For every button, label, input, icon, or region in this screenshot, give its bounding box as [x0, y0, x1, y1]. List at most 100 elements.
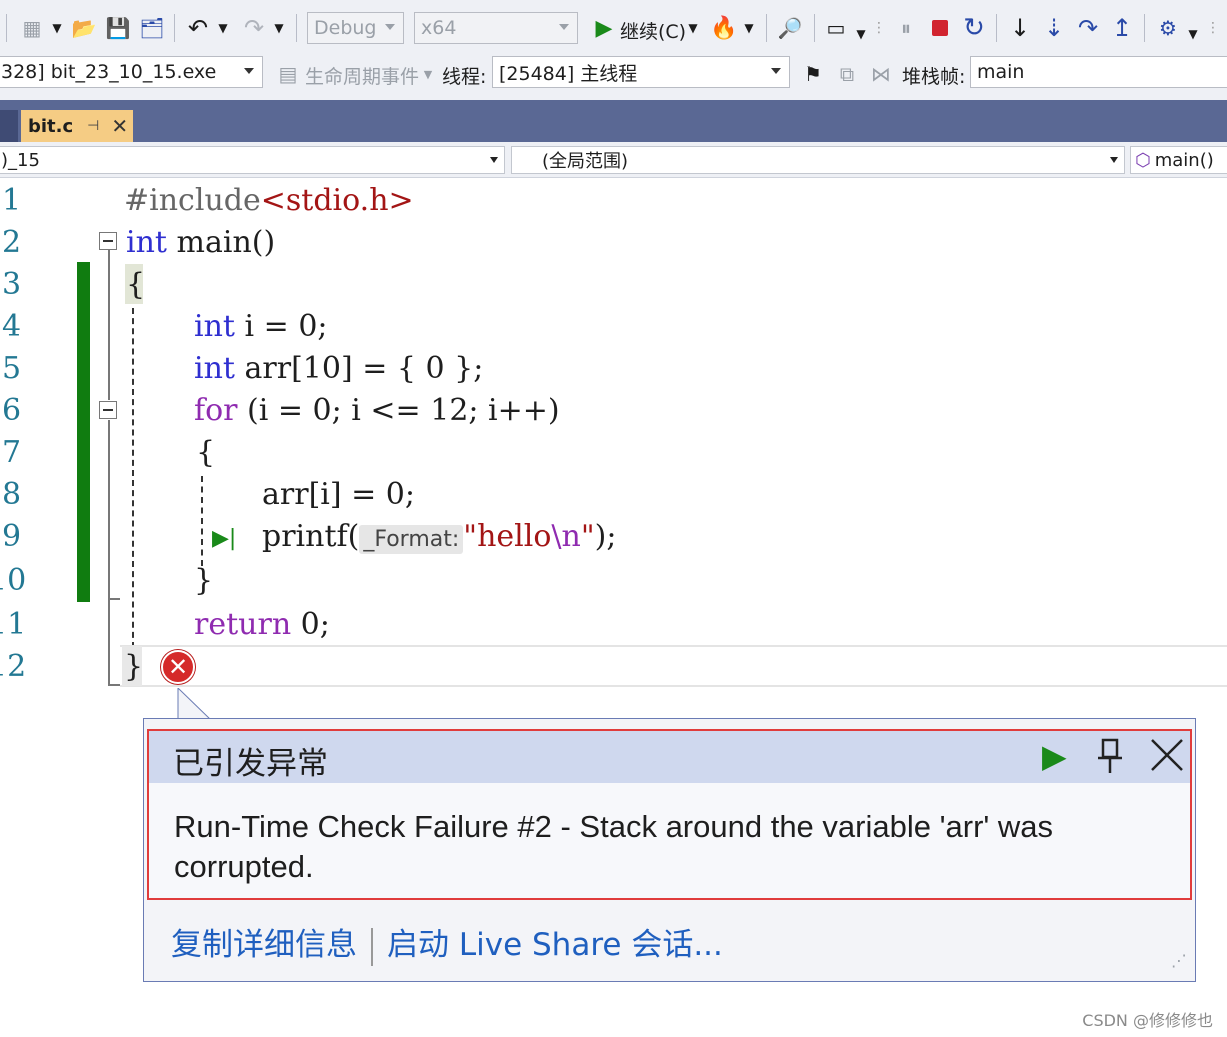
member-dropdown[interactable]: ⬡ main()	[1130, 146, 1227, 174]
line-number: 8	[2, 477, 22, 512]
pause-icon[interactable]: ⏸	[892, 14, 920, 42]
close-icon[interactable]	[1149, 737, 1185, 773]
line-number: 6	[2, 393, 22, 428]
flag-thread-icon[interactable]: ⚑	[800, 60, 826, 88]
line-number: 11	[0, 607, 27, 642]
show-next-statement-icon[interactable]: ↓	[1006, 14, 1034, 42]
lifecycle-events-icon[interactable]: ▤	[276, 62, 300, 86]
exception-helper: 已引发异常 ▶ Run-Time Check Failure #2 - Stac…	[143, 718, 1196, 982]
toolbar-separator	[174, 14, 175, 42]
line-number: 4	[2, 309, 22, 344]
code-line-1: #include<stdio.h>	[124, 180, 414, 222]
chevron-down-icon	[1110, 157, 1118, 163]
chevron-down-icon[interactable]: ▼	[272, 14, 286, 42]
hex-display-icon[interactable]: ⚙	[1154, 14, 1182, 42]
continue-play-icon[interactable]: ▶	[1042, 739, 1074, 773]
save-icon[interactable]: 💾	[104, 14, 132, 42]
preprocessor-directive: #include	[124, 183, 261, 218]
current-line-highlight	[120, 645, 1227, 687]
change-tracking-bar	[77, 262, 90, 602]
code-text: i = 0;	[234, 309, 328, 344]
show-threads-icon[interactable]: ⋈	[868, 60, 894, 88]
redo-icon[interactable]: ↷	[240, 14, 268, 42]
code-text: main()	[166, 225, 276, 260]
open-folder-icon[interactable]: 📂	[70, 14, 98, 42]
thread-select[interactable]: [25484] 主线程	[492, 56, 790, 88]
thread-value: [25484] 主线程	[499, 62, 638, 85]
line-number: 2	[2, 225, 22, 260]
exception-message: Run-Time Check Failure #2 - Stack around…	[174, 809, 1054, 884]
line-number: 5	[2, 351, 22, 386]
stack-frame-select[interactable]: main	[970, 56, 1227, 88]
code-line-11: return 0;	[194, 604, 330, 646]
parameter-hint: _Format:	[359, 525, 464, 554]
indent-guide	[201, 476, 203, 566]
chevron-down-icon	[771, 68, 781, 74]
watermark: CSDN @修修修也	[1082, 1011, 1213, 1030]
error-icon[interactable]: ✕	[161, 650, 195, 684]
lifecycle-events-button[interactable]: 生命周期事件	[305, 62, 419, 89]
toolbar-separator	[296, 14, 297, 42]
chevron-down-icon[interactable]: ▼	[854, 24, 868, 44]
window-layout-icon[interactable]: ▭	[822, 14, 850, 42]
start-live-share-link[interactable]: 启动 Live Share 会话...	[387, 927, 723, 963]
chevron-down-icon[interactable]: ▼	[1186, 24, 1200, 44]
process-select[interactable]: 328] bit_23_10_15.exe	[0, 56, 263, 88]
exception-content: 已引发异常 ▶ Run-Time Check Failure #2 - Stac…	[147, 729, 1192, 900]
code-text: printf(	[262, 519, 360, 554]
tab-strip-edge	[0, 110, 18, 142]
code-line-3: {	[126, 267, 146, 302]
code-text: (i = 0; i <= 12; i++)	[237, 393, 560, 428]
new-project-icon[interactable]: ▦	[18, 14, 46, 42]
pin-icon[interactable]: ⊣	[87, 118, 99, 134]
member-value: main()	[1154, 149, 1214, 171]
code-text: );	[594, 519, 617, 554]
collapse-icon[interactable]	[99, 232, 117, 250]
popup-pointer	[177, 688, 214, 722]
toolbar-separator	[6, 14, 7, 42]
restart-icon[interactable]: ↻	[960, 13, 988, 43]
collapse-icon[interactable]	[99, 401, 117, 419]
continue-button[interactable]: 继续(C)	[620, 17, 686, 44]
exception-actions: 复制详细信息 启动 Live Share 会话...	[171, 919, 723, 966]
step-over-icon[interactable]: ↷	[1074, 14, 1102, 42]
platform-select[interactable]: x64	[414, 12, 578, 44]
continue-play-icon[interactable]: ▶	[592, 14, 616, 42]
flag-all-threads-icon[interactable]: ⧉	[834, 60, 860, 88]
outline-line	[108, 250, 110, 400]
project-dropdown[interactable]: )_15	[0, 146, 505, 174]
process-value: 328] bit_23_10_15.exe	[1, 61, 217, 83]
line-number: 10	[0, 563, 27, 598]
code-line-2: int main()	[126, 222, 275, 264]
chevron-down-icon[interactable]: ▼	[686, 14, 700, 42]
tab-bit-c[interactable]: bit.c ⊣ ✕	[21, 110, 133, 142]
scope-dropdown[interactable]: (全局范围)	[511, 146, 1125, 174]
chevron-down-icon[interactable]: ▼	[216, 14, 230, 42]
undo-icon[interactable]: ↶	[184, 14, 212, 42]
stop-icon[interactable]	[926, 14, 954, 42]
string-literal: "hello	[463, 519, 552, 554]
debug-location-toolbar: 328] bit_23_10_15.exe ▤ 生命周期事件 ▼ 线程: [25…	[0, 56, 1227, 100]
keyword: int	[194, 351, 235, 386]
chevron-down-icon[interactable]: ▼	[50, 14, 64, 42]
hot-reload-icon[interactable]: 🔥	[710, 14, 738, 42]
step-out-icon[interactable]: ↥	[1108, 14, 1136, 42]
project-value: )_15	[1, 149, 40, 171]
debug-toolbar: ▦ ▼ 📂 💾 🗂 ↶ ▼ ↷ ▼ Debug x64 ▶ 继续(C) ▼ 🔥 …	[0, 0, 1227, 56]
save-all-icon[interactable]: 🗂	[138, 14, 166, 42]
diagnostic-tools-icon[interactable]: 🔎	[776, 14, 804, 42]
line-number: 3	[2, 267, 22, 302]
resize-grip-icon[interactable]: ⋰	[1159, 947, 1187, 975]
line-number: 9	[2, 519, 22, 554]
configuration-select[interactable]: Debug	[307, 12, 404, 44]
keyword: for	[194, 393, 238, 428]
chevron-down-icon[interactable]: ▼	[742, 14, 756, 42]
include-path: <stdio.h>	[260, 183, 414, 218]
step-into-icon[interactable]: ⇣	[1040, 14, 1068, 42]
copy-details-link[interactable]: 复制详细信息	[171, 927, 357, 963]
chevron-down-icon[interactable]: ▼	[422, 62, 434, 86]
close-icon[interactable]: ✕	[111, 114, 128, 138]
pin-icon[interactable]	[1094, 737, 1126, 775]
configuration-value: Debug	[314, 17, 377, 39]
indent-guide	[132, 308, 134, 648]
